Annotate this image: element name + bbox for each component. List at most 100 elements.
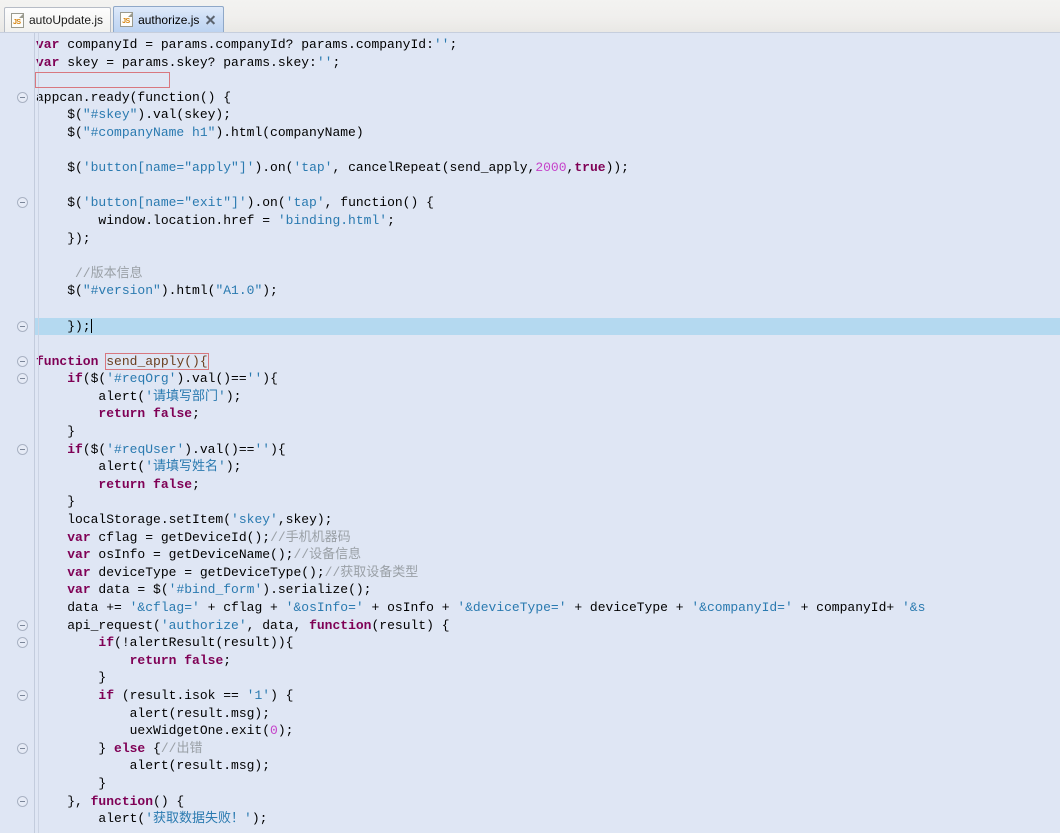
fold-collapse-icon[interactable] bbox=[17, 443, 28, 455]
editor-tab-bar: JS autoUpdate.js JS authorize.js bbox=[0, 0, 1060, 34]
code-token: ,skey); bbox=[277, 512, 333, 528]
code-line[interactable]: localStorage.setItem('skey',skey); bbox=[0, 511, 1060, 529]
code-token: return bbox=[98, 406, 146, 422]
code-line[interactable]: data += '&cflag=' + cflag + '&osInfo=' +… bbox=[0, 599, 1060, 617]
editor-gutter bbox=[0, 33, 34, 833]
fold-collapse-icon[interactable] bbox=[17, 355, 28, 367]
code-token: var bbox=[67, 564, 91, 580]
code-line[interactable]: if($('#reqOrg').val()==''){ bbox=[0, 370, 1060, 388]
code-token: ).on( bbox=[246, 195, 286, 211]
code-token: data += bbox=[36, 600, 130, 615]
code-token: ; bbox=[387, 212, 395, 228]
code-line[interactable]: appcan.ready(function() { bbox=[0, 89, 1060, 107]
code-token: 'binding.html' bbox=[277, 212, 388, 228]
fold-collapse-icon[interactable] bbox=[17, 743, 28, 754]
code-line[interactable]: $("#companyName h1").html(companyName) bbox=[0, 124, 1060, 142]
code-line[interactable]: var data = $('#bind_form').serialize(); bbox=[0, 581, 1060, 599]
code-line[interactable]: if($('#reqUser').val()==''){ bbox=[0, 441, 1060, 459]
code-line[interactable]: var companyId = params.companyId? params… bbox=[0, 36, 1060, 54]
code-line[interactable]: $('button[name="exit"]').on('tap', funct… bbox=[0, 194, 1060, 212]
code-line[interactable]: $("#version").html("A1.0"); bbox=[0, 282, 1060, 300]
code-line[interactable]: return false; bbox=[0, 405, 1060, 423]
code-line[interactable]: function send_apply(){ bbox=[0, 353, 1060, 371]
code-content[interactable]: var companyId = params.companyId? params… bbox=[0, 36, 1060, 828]
code-line[interactable]: uexWidgetOne.exit(0); bbox=[0, 722, 1060, 740]
code-line[interactable]: } bbox=[0, 423, 1060, 441]
code-token: ).on( bbox=[254, 160, 294, 176]
code-line[interactable]: var cflag = getDeviceId();//手机机器码 bbox=[0, 529, 1060, 547]
code-line[interactable]: alert('请填写姓名'); bbox=[0, 458, 1060, 476]
tab-autoUpdate-js[interactable]: JS autoUpdate.js bbox=[4, 7, 112, 32]
code-line[interactable]: window.location.href = 'binding.html'; bbox=[0, 212, 1060, 230]
code-token: function bbox=[90, 793, 154, 809]
fold-collapse-icon[interactable] bbox=[17, 619, 28, 631]
code-line[interactable]: return false; bbox=[0, 476, 1060, 494]
code-line[interactable]: $('button[name="apply"]').on('tap', canc… bbox=[0, 159, 1060, 177]
code-token: ); bbox=[251, 811, 268, 827]
code-token: false bbox=[153, 406, 193, 422]
code-line[interactable]: return false; bbox=[0, 652, 1060, 670]
code-token: "A1.0" bbox=[215, 283, 263, 299]
code-token: appcan.ready(function() { bbox=[36, 89, 232, 105]
js-file-icon: JS bbox=[120, 12, 134, 27]
code-token: 'tap' bbox=[293, 160, 333, 176]
code-line[interactable]: alert('获取数据失败！'); bbox=[0, 810, 1060, 828]
code-token: '' bbox=[433, 37, 450, 52]
code-token: "#version" bbox=[82, 283, 161, 299]
fold-collapse-icon[interactable] bbox=[17, 91, 28, 103]
code-token: //获取设备类型 bbox=[324, 564, 419, 580]
tab-authorize-js[interactable]: JS authorize.js bbox=[113, 6, 225, 32]
code-token: }, bbox=[36, 793, 91, 809]
code-token: uexWidgetOne.exit( bbox=[36, 723, 271, 739]
code-line[interactable]: var skey = params.skey? params.skey:''; bbox=[0, 54, 1060, 72]
code-token: api_request( bbox=[36, 617, 161, 633]
code-line[interactable] bbox=[0, 71, 1060, 89]
code-line[interactable]: }, function() { bbox=[0, 793, 1060, 811]
code-line[interactable]: alert(result.msg); bbox=[0, 757, 1060, 775]
code-token: if bbox=[98, 687, 115, 703]
code-line[interactable]: } bbox=[0, 493, 1060, 511]
code-line[interactable]: }); bbox=[0, 317, 1060, 336]
code-line[interactable]: //版本信息 bbox=[0, 265, 1060, 283]
code-token: $( bbox=[36, 195, 83, 211]
code-token: var bbox=[67, 547, 91, 563]
code-token: ($( bbox=[82, 441, 107, 457]
code-line[interactable]: }); bbox=[0, 230, 1060, 248]
code-line[interactable]: } bbox=[0, 669, 1060, 687]
code-line[interactable]: if(!alertResult(result)){ bbox=[0, 634, 1060, 652]
code-line[interactable]: $("#skey").val(skey); bbox=[0, 106, 1060, 124]
code-token: (!alertResult(result)){ bbox=[114, 635, 294, 651]
code-line[interactable]: var osInfo = getDeviceName();//设备信息 bbox=[0, 546, 1060, 564]
code-token: '&deviceType=' bbox=[457, 600, 567, 615]
code-line[interactable]: alert('请填写部门'); bbox=[0, 388, 1060, 406]
code-line[interactable] bbox=[0, 247, 1060, 265]
code-line[interactable]: var deviceType = getDeviceType();//获取设备类… bbox=[0, 564, 1060, 582]
code-token: else bbox=[114, 740, 146, 756]
code-line[interactable] bbox=[0, 177, 1060, 195]
code-line[interactable] bbox=[0, 300, 1060, 318]
code-token: deviceType = getDeviceType(); bbox=[90, 564, 325, 580]
code-token: }); bbox=[36, 230, 91, 246]
code-token: //版本信息 bbox=[36, 265, 143, 281]
code-line[interactable]: } bbox=[0, 775, 1060, 793]
close-icon[interactable] bbox=[204, 14, 216, 26]
code-token: { bbox=[145, 740, 161, 756]
code-token: //出错 bbox=[160, 740, 203, 756]
code-line[interactable]: api_request('authorize', data, function(… bbox=[0, 617, 1060, 635]
code-token: ) { bbox=[270, 687, 294, 703]
fold-collapse-icon[interactable] bbox=[17, 795, 28, 807]
code-line[interactable] bbox=[0, 142, 1060, 160]
fold-collapse-icon[interactable] bbox=[17, 320, 28, 332]
code-token: ).html( bbox=[160, 283, 216, 299]
code-line[interactable]: alert(result.msg); bbox=[0, 705, 1060, 723]
code-token: '&companyId=' bbox=[691, 600, 793, 615]
code-line[interactable]: if (result.isok == '1') { bbox=[0, 687, 1060, 705]
code-editor[interactable]: var companyId = params.companyId? params… bbox=[0, 33, 1060, 833]
code-line[interactable]: } else {//出错 bbox=[0, 740, 1060, 758]
code-line[interactable] bbox=[0, 335, 1060, 353]
